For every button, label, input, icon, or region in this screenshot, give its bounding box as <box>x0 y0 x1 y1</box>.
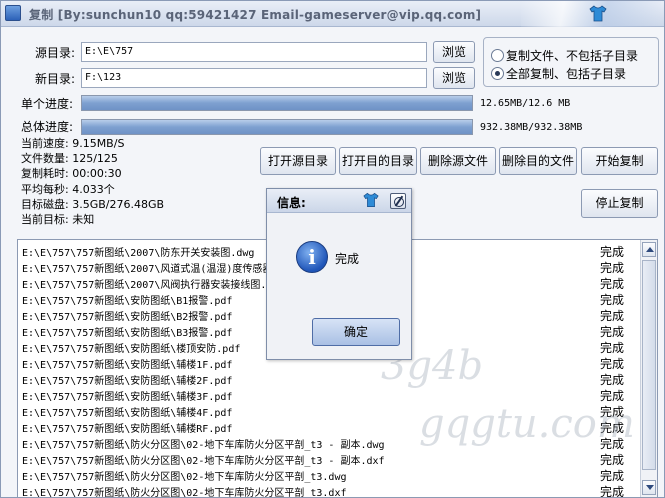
arrow-down-icon <box>646 485 654 490</box>
stat-current: 当前目标: 未知 <box>21 213 95 226</box>
stop-copy-button[interactable]: 停止复制 <box>581 189 658 218</box>
file-path: E:\E\757\757新图纸\安防图纸\辅楼4F.pdf <box>22 408 233 419</box>
target-label: 新目录: <box>35 72 76 86</box>
single-progress-bar <box>81 95 473 111</box>
info-icon: i <box>296 241 328 273</box>
copy-options-group: 复制文件、不包括子目录 全部复制、包括子目录 <box>483 37 659 87</box>
vertical-scrollbar[interactable] <box>640 240 657 497</box>
option-all-subdirs-radio[interactable] <box>491 67 504 80</box>
file-path: E:\E\757\757新图纸\防火分区图\02-地下车库防火分区平剖_t3 -… <box>22 456 385 467</box>
single-progress-fill <box>82 96 472 110</box>
scroll-up-button[interactable] <box>642 242 656 257</box>
stat-average: 平均每秒: 4.033个 <box>21 183 115 196</box>
stat-speed: 当前速度: 9.15MB/S <box>21 137 125 150</box>
tshirt-icon <box>363 192 379 208</box>
target-input[interactable]: F:\123 <box>81 68 427 88</box>
option-no-subdirs-label[interactable]: 复制文件、不包括子目录 <box>506 47 638 64</box>
window-title: 复制 [By:sunchun10 qq:59421427 Email-games… <box>29 8 482 22</box>
title-bar: 复制 [By:sunchun10 qq:59421427 Email-games… <box>1 1 664 27</box>
single-progress-text: 12.65MB/12.6 MB <box>480 98 571 109</box>
file-path: E:\E\757\757新图纸\安防图纸\B2报警.pdf <box>22 312 233 323</box>
list-item[interactable]: E:\E\757\757新图纸\防火分区图\02-地下车库防火分区平剖_t3.d… <box>18 466 638 483</box>
total-progress-text: 932.38MB/932.38MB <box>480 122 583 133</box>
option-all-subdirs-label[interactable]: 全部复制、包括子目录 <box>506 65 626 82</box>
open-target-dir-button[interactable]: 打开目的目录 <box>339 147 417 175</box>
list-item[interactable]: E:\E\757\757新图纸\防火分区图\02-地下车库防火分区平剖_t3 -… <box>18 450 638 467</box>
arrow-up-icon <box>646 247 654 252</box>
file-path: E:\E\757\757新图纸\防火分区图\02-地下车库防火分区平剖_t3 -… <box>22 440 385 451</box>
file-path: E:\E\757\757新图纸\2007\风阀执行器安装接线图.dwg <box>22 280 285 291</box>
total-progress-label: 总体进度: <box>21 120 74 134</box>
open-source-dir-button[interactable]: 打开源目录 <box>260 147 336 175</box>
copy-window: 复制 [By:sunchun10 qq:59421427 Email-games… <box>0 0 665 498</box>
list-item[interactable]: E:\E\757\757新图纸\安防图纸\辅楼RF.pdf 完成 <box>18 418 638 435</box>
file-path: E:\E\757\757新图纸\防火分区图\02-地下车库防火分区平剖_t3.d… <box>22 488 347 498</box>
scroll-thumb[interactable] <box>642 260 656 470</box>
info-dialog: 信息: i 完成 确定 <box>266 188 412 360</box>
scroll-down-button[interactable] <box>642 480 656 495</box>
dialog-title-bar: 信息: <box>267 189 411 213</box>
dialog-ok-button[interactable]: 确定 <box>312 318 400 346</box>
file-path: E:\E\757\757新图纸\安防图纸\辅楼2F.pdf <box>22 376 233 387</box>
file-path: E:\E\757\757新图纸\安防图纸\辅楼1F.pdf <box>22 360 233 371</box>
dialog-message: 完成 <box>335 252 360 266</box>
single-progress-label: 单个进度: <box>21 97 74 111</box>
browse-source-button[interactable]: 浏览 <box>433 41 475 63</box>
source-label: 源目录: <box>35 46 76 60</box>
browse-target-button[interactable]: 浏览 <box>433 67 475 89</box>
list-item[interactable]: E:\E\757\757新图纸\防火分区图\02-地下车库防火分区平剖_t3 -… <box>18 434 638 451</box>
list-item[interactable]: E:\E\757\757新图纸\安防图纸\辅楼3F.pdf 完成 <box>18 386 638 403</box>
stat-elapsed: 复制耗时: 00:00:30 <box>21 167 122 180</box>
total-progress-fill <box>82 120 472 134</box>
stat-disk: 目标磁盘: 3.5GB/276.48GB <box>21 198 165 211</box>
total-progress-bar <box>81 119 473 135</box>
file-path: E:\E\757\757新图纸\安防图纸\辅楼3F.pdf <box>22 392 233 403</box>
list-item[interactable]: E:\E\757\757新图纸\安防图纸\辅楼4F.pdf 完成 <box>18 402 638 419</box>
stat-count: 文件数量: 125/125 <box>21 152 118 165</box>
file-path: E:\E\757\757新图纸\安防图纸\辅楼RF.pdf <box>22 424 233 435</box>
file-path: E:\E\757\757新图纸\2007\防东开关安装图.dwg <box>22 248 255 259</box>
file-status: 完成 <box>600 485 625 498</box>
start-copy-button[interactable]: 开始复制 <box>581 147 658 175</box>
list-item[interactable]: E:\E\757\757新图纸\防火分区图\02-地下车库防火分区平剖_t3.d… <box>18 482 638 498</box>
dialog-title: 信息: <box>277 196 306 210</box>
file-path: E:\E\757\757新图纸\安防图纸\B3报警.pdf <box>22 328 233 339</box>
delete-target-button[interactable]: 删除目的文件 <box>499 147 577 175</box>
file-path: E:\E\757\757新图纸\防火分区图\02-地下车库防火分区平剖_t3.d… <box>22 472 347 483</box>
tshirt-icon[interactable] <box>589 5 607 22</box>
file-path: E:\E\757\757新图纸\安防图纸\楼顶安防.pdf <box>22 344 241 355</box>
delete-source-button[interactable]: 删除源文件 <box>420 147 496 175</box>
app-icon <box>5 5 21 21</box>
list-item[interactable]: E:\E\757\757新图纸\安防图纸\辅楼2F.pdf 完成 <box>18 370 638 387</box>
file-path: E:\E\757\757新图纸\安防图纸\B1报警.pdf <box>22 296 233 307</box>
dialog-close-button[interactable] <box>390 193 406 209</box>
source-input[interactable]: E:\E\757 <box>81 42 427 62</box>
option-no-subdirs-radio[interactable] <box>491 49 504 62</box>
